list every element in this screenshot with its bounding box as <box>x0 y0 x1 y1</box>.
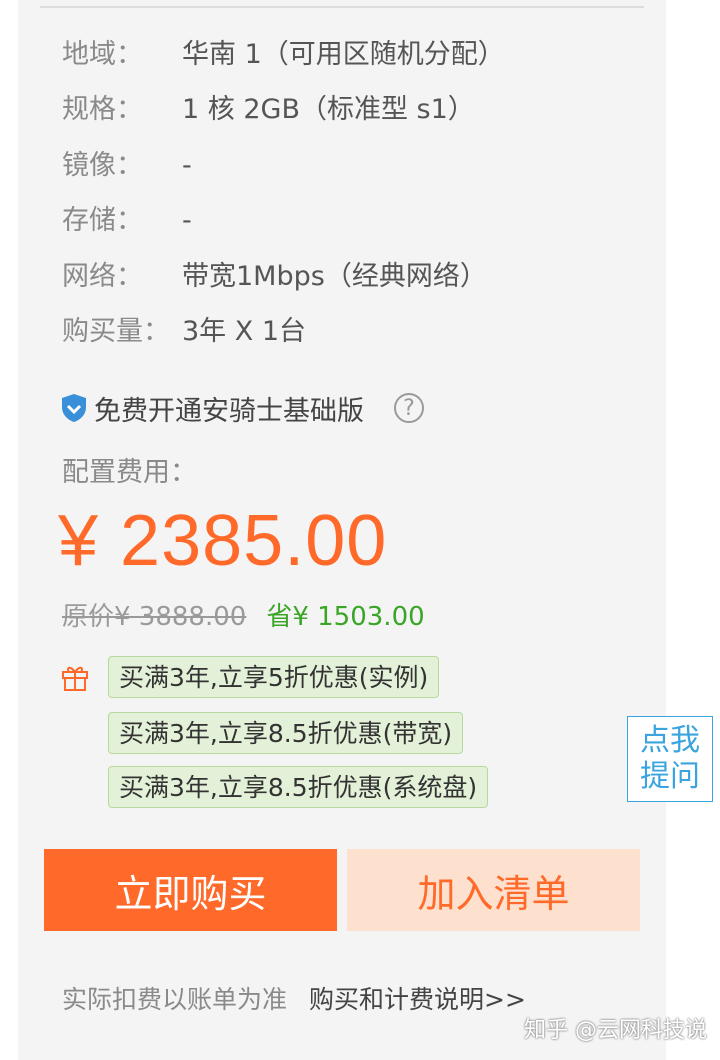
promo-tag-system-disk: 买满3年,立享8.5折优惠(系统盘) <box>108 766 489 808</box>
security-guard-offer: 免费开通安骑士基础版 ? <box>60 388 424 428</box>
total-price: ¥ 2385.00 <box>58 501 388 581</box>
fee-label: 配置费用： <box>62 457 197 488</box>
gift-icon <box>62 666 88 691</box>
billing-info-link[interactable]: 购买和计费说明>> <box>309 985 526 1014</box>
top-divider <box>40 6 644 8</box>
spec-value: 华南 1（可用区随机分配） <box>182 39 505 70</box>
spec-value: - <box>182 150 192 181</box>
spec-value: 带宽1Mbps（经典网络） <box>182 261 487 292</box>
spec-label: 存储： <box>62 205 143 236</box>
spec-row-image: 镜像： - <box>62 146 192 186</box>
saving-amount: 省¥ 1503.00 <box>266 602 425 632</box>
original-price: 原价¥ 3888.00 <box>62 602 247 632</box>
billing-note: 实际扣费以账单为准 <box>62 985 288 1014</box>
buy-now-button[interactable]: 立即购买 <box>44 849 337 931</box>
security-guard-label: 免费开通安骑士基础版 <box>94 395 364 427</box>
spec-value: - <box>182 205 192 236</box>
promo-tag-bandwidth: 买满3年,立享8.5折优惠(带宽) <box>108 712 464 754</box>
spec-label: 网络： <box>62 261 143 292</box>
spec-label: 地域： <box>62 39 143 70</box>
ask-question-button[interactable]: 点我 提问 <box>627 716 713 802</box>
price-comparison: 原价¥ 3888.00 省¥ 1503.00 <box>62 597 425 637</box>
ask-line-2: 提问 <box>640 759 700 794</box>
spec-row-region: 地域： 华南 1（可用区随机分配） <box>62 35 505 75</box>
watermark: 知乎 @云网科技说 <box>524 1018 707 1043</box>
billing-footer: 实际扣费以账单为准 购买和计费说明>> <box>62 982 526 1018</box>
promo-tag-instance: 买满3年,立享5折优惠(实例) <box>108 656 440 698</box>
spec-label: 镜像： <box>62 150 143 181</box>
spec-row-quantity: 购买量： 3年 X 1台 <box>62 312 306 352</box>
spec-value: 3年 X 1台 <box>182 316 307 347</box>
shield-icon <box>62 394 86 422</box>
spec-value: 1 核 2GB（标准型 s1） <box>182 94 475 125</box>
spec-row-network: 网络： 带宽1Mbps（经典网络） <box>62 257 487 297</box>
add-to-list-button[interactable]: 加入清单 <box>347 849 640 931</box>
ask-line-1: 点我 <box>640 723 700 758</box>
spec-label: 购买量： <box>62 316 170 347</box>
spec-label: 规格： <box>62 94 143 125</box>
spec-row-instance-type: 规格： 1 核 2GB（标准型 s1） <box>62 90 475 130</box>
spec-row-storage: 存储： - <box>62 201 192 241</box>
question-mark-icon[interactable]: ? <box>394 393 424 423</box>
